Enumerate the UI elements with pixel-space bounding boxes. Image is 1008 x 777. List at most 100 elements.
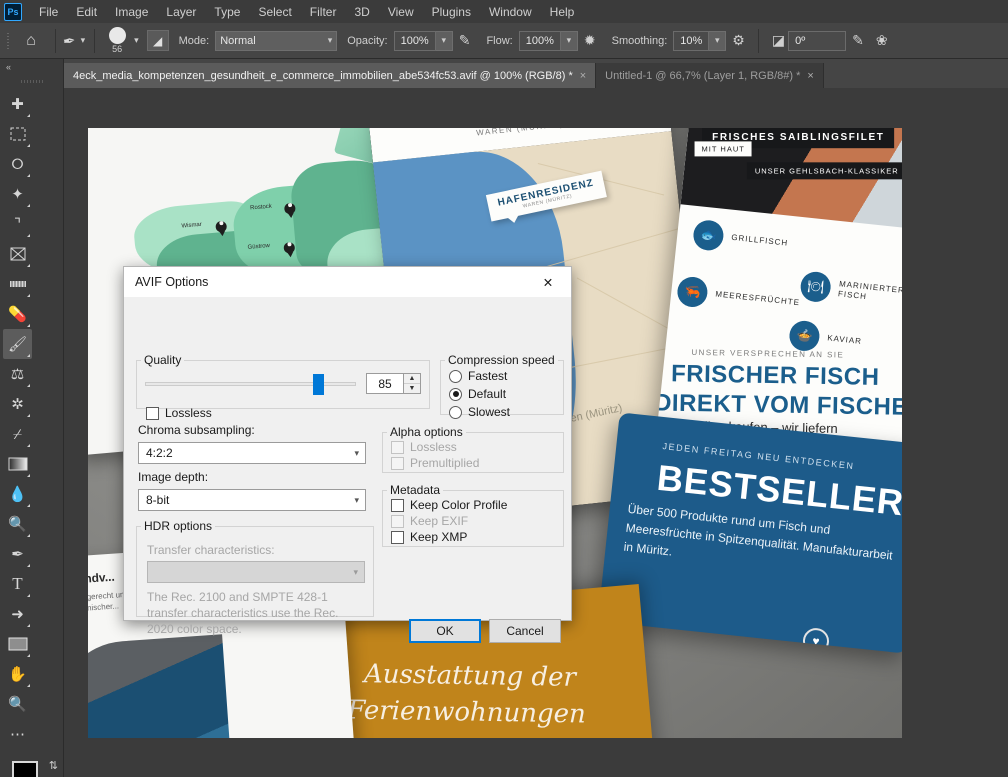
history-brush-tool[interactable]: ✲ (3, 389, 32, 419)
airbrush-icon[interactable]: ✹ (578, 32, 602, 49)
photoshop-logo: Ps (4, 2, 22, 21)
seafood-icon: 🦐 (675, 275, 709, 309)
quick-selection-tool[interactable]: ✦ (3, 179, 32, 209)
pressure-size-icon[interactable]: ✎ (846, 32, 870, 49)
hand-tool[interactable]: ✋ (3, 659, 32, 689)
category-label: MARINIERTER FISCH (837, 279, 902, 302)
blend-mode-select[interactable]: Normal ▾ (215, 30, 338, 51)
checkbox-box (391, 440, 404, 454)
spot-healing-brush-tool[interactable]: 💊 (3, 299, 32, 329)
menu-item-window[interactable]: Window (480, 2, 541, 22)
spinner-up-icon[interactable]: ▲ (404, 374, 420, 383)
zoom-tool[interactable]: 🔍 (3, 689, 32, 719)
metadata-legend: Metadata (390, 483, 441, 497)
document-tab-avif[interactable]: 4eck_media_kompetenzen_gesundheit_e_comm… (64, 63, 597, 88)
tool-grid: ✚ ⭘ ✦ ⌝ 💊 🖌 ⚖ ✲ ⌿ 💧 🔍 ✒ T ➜ ✋ 🔍 ⋯ (0, 87, 63, 751)
image-depth-select[interactable]: 8-bit ▾ (138, 489, 366, 511)
quality-slider-thumb[interactable] (313, 373, 325, 395)
close-icon[interactable]: × (580, 70, 586, 82)
checkbox-box (391, 514, 404, 528)
transfer-characteristics-label: Transfer characteristics: (147, 543, 275, 557)
keep-xmp-checkbox[interactable]: Keep XMP (383, 529, 563, 545)
blur-tool[interactable]: 💧 (3, 479, 32, 509)
spinner-down-icon[interactable]: ▼ (404, 383, 420, 393)
quality-spinner[interactable]: 85 ▲ ▼ (366, 373, 421, 394)
quality-legend: Quality (144, 353, 182, 367)
brush-angle-input[interactable]: 0º (788, 30, 847, 51)
gear-icon[interactable]: ⚙ (726, 32, 751, 49)
radio-slowest[interactable]: Slowest (441, 403, 563, 421)
menu-item-help[interactable]: Help (541, 2, 584, 22)
metadata-group: Metadata Keep Color Profile Keep EXIF Ke… (382, 483, 564, 547)
chroma-subsampling-select[interactable]: 4:2:2 ▾ (138, 442, 366, 464)
brush-tip-preview (108, 27, 126, 44)
options-bar-grip[interactable] (4, 27, 14, 55)
menu-item-layer[interactable]: Layer (157, 2, 205, 22)
collapse-panel-button[interactable]: « (0, 59, 63, 75)
menu-item-file[interactable]: File (30, 2, 67, 22)
radio-fastest[interactable]: Fastest (441, 367, 563, 385)
menu-item-view[interactable]: View (379, 2, 423, 22)
opacity-label: Opacity: (347, 34, 388, 47)
quality-slider[interactable] (145, 373, 356, 395)
smoothing-chevron-icon[interactable]: ▾ (709, 30, 727, 51)
path-selection-tool[interactable]: ➜ (3, 599, 32, 629)
move-tool[interactable]: ✚ (3, 89, 32, 119)
document-tab-untitled[interactable]: Untitled-1 @ 66,7% (Layer 1, RGB/8#) * × (596, 63, 824, 88)
cancel-button[interactable]: Cancel (489, 619, 561, 643)
brush-size-indicator[interactable]: 56 (102, 27, 132, 54)
close-icon[interactable]: ✕ (527, 268, 569, 297)
flow-input[interactable]: 100% (518, 30, 561, 51)
rectangular-marquee-tool[interactable] (3, 119, 32, 149)
brush-settings-chevron-icon[interactable]: ▾ (132, 35, 141, 46)
brush-preset-picker[interactable]: ✒ ▾ (61, 31, 88, 51)
frame-tool[interactable] (3, 239, 32, 269)
crop-tool[interactable]: ⌝ (3, 209, 32, 239)
brush-settings-panel-button[interactable]: ◢ (146, 30, 169, 51)
menu-item-plugins[interactable]: Plugins (423, 2, 480, 22)
brush-icon: ✒ (61, 31, 77, 51)
options-bar: ⌂ ✒ ▾ 56 ▾ ◢ Mode: Normal ▾ Opacity: 100… (0, 23, 1008, 59)
type-tool[interactable]: T (3, 569, 32, 599)
close-icon[interactable]: × (807, 70, 813, 82)
bestseller-card: JEDEN FREITAG NEU ENTDECKEN BESTSELLER Ü… (597, 412, 902, 654)
radio-label: Default (468, 387, 507, 401)
home-icon[interactable]: ⌂ (14, 32, 48, 50)
pen-tool[interactable]: ✒ (3, 539, 32, 569)
menu-item-type[interactable]: Type (205, 2, 249, 22)
opacity-chevron-icon[interactable]: ▾ (435, 30, 453, 51)
symmetry-icon[interactable]: ❀ (870, 32, 894, 49)
dialog-title-bar[interactable]: AVIF Options ✕ (124, 267, 571, 297)
eraser-tool[interactable]: ⌿ (3, 419, 32, 449)
foreground-color-swatch[interactable] (12, 761, 38, 777)
menu-item-edit[interactable]: Edit (67, 2, 106, 22)
flow-chevron-icon[interactable]: ▾ (560, 30, 578, 51)
keep-color-profile-checkbox[interactable]: Keep Color Profile (383, 497, 563, 513)
chevron-down-icon[interactable]: ▾ (79, 35, 88, 46)
smoothing-input[interactable]: 10% (673, 30, 710, 51)
rectangle-tool[interactable] (3, 629, 32, 659)
dodge-tool[interactable]: 🔍 (3, 509, 32, 539)
menu-item-3d[interactable]: 3D (345, 2, 378, 22)
opacity-input[interactable]: 100% (393, 30, 436, 51)
radio-default[interactable]: Default (441, 385, 563, 403)
edit-toolbar-tool[interactable]: ⋯ (3, 719, 32, 749)
eyedropper-tool[interactable] (3, 269, 32, 299)
brush-tool[interactable]: 🖌 (3, 329, 32, 359)
pressure-opacity-icon[interactable]: ✎ (453, 32, 477, 49)
tools-panel-grip[interactable] (0, 75, 63, 87)
radio-button (449, 405, 462, 419)
lasso-tool[interactable]: ⭘ (3, 149, 32, 179)
gradient-tool[interactable] (3, 449, 32, 479)
health-card-title: Wundv... (88, 569, 116, 587)
menu-item-select[interactable]: Select (249, 2, 300, 22)
menu-item-filter[interactable]: Filter (301, 2, 346, 22)
swap-colors-icon[interactable]: ⇅ (49, 759, 58, 772)
menu-item-image[interactable]: Image (106, 2, 157, 22)
alpha-premultiplied-checkbox: Premultiplied (383, 455, 563, 471)
clone-stamp-tool[interactable]: ⚖ (3, 359, 32, 389)
quality-value[interactable]: 85 (367, 374, 403, 393)
ok-button[interactable]: OK (409, 619, 481, 643)
document-tab-label: 4eck_media_kompetenzen_gesundheit_e_comm… (73, 69, 573, 82)
quality-lossless-checkbox[interactable]: Lossless (138, 403, 220, 423)
